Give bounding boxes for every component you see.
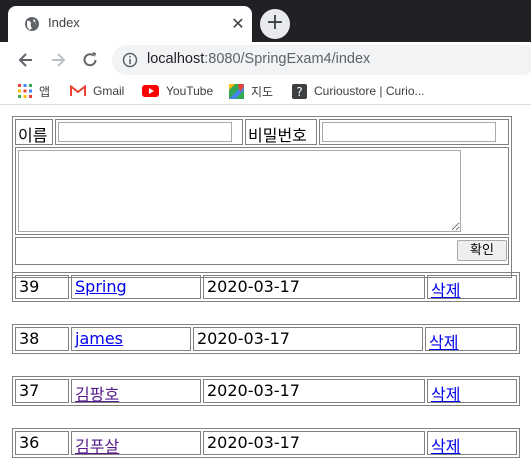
- row-action-cell: 삭제: [427, 379, 517, 405]
- row-action-cell: 삭제: [427, 431, 517, 457]
- bookmark-youtube[interactable]: YouTube: [142, 82, 213, 100]
- bookmark-label: Curioustore | Curio...: [314, 84, 425, 98]
- bookmarks-bar: 앱 Gmail YouTube 지도 ? Curioustore | Curio…: [0, 78, 531, 105]
- table-row: 38 james 2020-03-17 삭제: [12, 324, 520, 354]
- tab-title: Index: [48, 15, 80, 30]
- row-name-cell: james: [71, 327, 191, 351]
- address-bar[interactable]: localhost:8080/SpringExam4/index: [112, 45, 531, 75]
- delete-link[interactable]: 삭제: [431, 433, 460, 457]
- name-label: 이름: [18, 126, 48, 145]
- row-id-cell: 36: [15, 431, 69, 455]
- row-id: 36: [19, 433, 40, 452]
- reload-icon[interactable]: [80, 50, 100, 70]
- confirm-button[interactable]: 확인: [457, 240, 507, 261]
- apps-grid-icon: [18, 84, 32, 98]
- row-name-cell: 김팡호: [71, 379, 201, 405]
- info-icon[interactable]: [122, 52, 138, 68]
- row-date-cell: 2020-03-17: [203, 379, 425, 403]
- url-host: localhost: [147, 51, 205, 67]
- row-name-link[interactable]: 김팡호: [75, 381, 119, 405]
- row-name-cell: 김푸살: [71, 431, 201, 457]
- url-text: localhost:8080/SpringExam4/index: [147, 51, 370, 67]
- name-input[interactable]: [58, 122, 232, 142]
- row-date-cell: 2020-03-17: [203, 431, 425, 455]
- bookmark-gmail[interactable]: Gmail: [70, 82, 124, 100]
- page-content: 이름 비밀번호 확인 39 Spring 2020-03-17 삭제 38 ja…: [0, 106, 531, 462]
- globe-icon: [25, 17, 39, 31]
- table-row: 36 김푸살 2020-03-17 삭제: [12, 428, 520, 458]
- delete-link[interactable]: 삭제: [429, 329, 458, 353]
- guestbook-form: 이름 비밀번호 확인: [12, 116, 512, 278]
- close-tab-icon[interactable]: ✕: [230, 16, 246, 32]
- maps-icon: [229, 83, 244, 99]
- row-date: 2020-03-17: [207, 381, 300, 400]
- row-name-link[interactable]: james: [75, 329, 123, 348]
- password-input-cell: [319, 119, 509, 145]
- bookmark-curioustore[interactable]: ? Curioustore | Curio...: [292, 82, 425, 100]
- row-name-link[interactable]: 김푸살: [75, 433, 119, 457]
- curioustore-icon: ?: [292, 83, 307, 99]
- bookmark-label: 지도: [251, 84, 274, 99]
- bookmark-apps[interactable]: 앱: [18, 82, 50, 100]
- back-arrow-icon[interactable]: [16, 50, 36, 70]
- memo-cell: [15, 147, 509, 235]
- row-date: 2020-03-17: [207, 433, 300, 452]
- row-name-cell: Spring: [71, 275, 201, 299]
- delete-link[interactable]: 삭제: [431, 277, 460, 301]
- table-row: 39 Spring 2020-03-17 삭제: [12, 272, 520, 302]
- delete-link[interactable]: 삭제: [431, 381, 460, 405]
- row-id-cell: 37: [15, 379, 69, 403]
- bookmark-label: YouTube: [166, 84, 214, 98]
- row-date: 2020-03-17: [197, 329, 290, 348]
- password-label-cell: 비밀번호: [245, 119, 317, 145]
- browser-toolbar: localhost:8080/SpringExam4/index: [0, 42, 531, 78]
- tab-strip: Index ✕ +: [0, 0, 531, 42]
- row-id: 39: [19, 277, 40, 296]
- svg-text:?: ?: [296, 85, 302, 99]
- row-action-cell: 삭제: [427, 275, 517, 301]
- bookmark-label: Gmail: [93, 84, 125, 98]
- gmail-icon: [70, 85, 86, 97]
- row-id: 37: [19, 381, 40, 400]
- memo-textarea[interactable]: [18, 150, 461, 232]
- row-action-cell: 삭제: [425, 327, 517, 353]
- bookmark-label: 앱: [39, 84, 51, 99]
- password-label: 비밀번호: [248, 126, 307, 145]
- row-date: 2020-03-17: [207, 277, 300, 296]
- row-date-cell: 2020-03-17: [203, 275, 425, 299]
- row-name-link[interactable]: Spring: [75, 277, 127, 296]
- browser-tab[interactable]: Index ✕: [8, 6, 252, 42]
- password-input[interactable]: [322, 122, 496, 142]
- url-path: :8080/SpringExam4/index: [204, 51, 371, 67]
- new-tab-button[interactable]: +: [260, 9, 290, 39]
- table-row: 37 김팡호 2020-03-17 삭제: [12, 376, 520, 406]
- row-id: 38: [19, 329, 40, 348]
- youtube-icon: [142, 85, 159, 97]
- confirm-cell: 확인: [15, 237, 509, 265]
- name-label-cell: 이름: [15, 119, 53, 145]
- forward-arrow-icon[interactable]: [48, 50, 68, 70]
- row-id-cell: 39: [15, 275, 69, 299]
- row-date-cell: 2020-03-17: [193, 327, 423, 351]
- name-input-cell: [55, 119, 243, 145]
- bookmark-maps[interactable]: 지도: [229, 82, 273, 100]
- row-id-cell: 38: [15, 327, 69, 351]
